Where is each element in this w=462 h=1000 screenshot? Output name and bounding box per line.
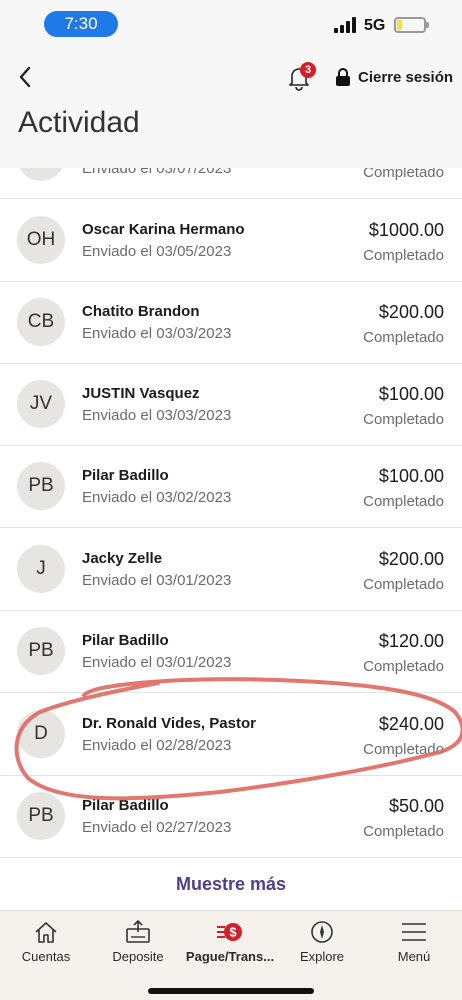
battery-level xyxy=(397,20,402,30)
svg-text:$: $ xyxy=(229,925,237,940)
page-title: Actividad xyxy=(18,106,140,139)
recipient-name: Chatito Brandon xyxy=(82,303,200,320)
status-label: Completado xyxy=(363,741,444,758)
tab-deposite[interactable]: Deposite xyxy=(92,911,184,973)
notifications-button[interactable]: 3 xyxy=(286,62,316,91)
recipient-name: Jacky Zelle xyxy=(82,550,163,567)
avatar: OH xyxy=(17,216,65,264)
tab-label: Cuentas xyxy=(21,949,71,964)
network-type: 5G xyxy=(364,17,386,34)
logout-button[interactable]: Cierre sesión xyxy=(335,66,453,88)
logout-label: Cierre sesión xyxy=(358,68,454,86)
chevron-left-icon[interactable] xyxy=(14,62,40,92)
amount: $240.00 xyxy=(378,714,444,734)
notification-badge: 3 xyxy=(300,62,316,78)
status-label: Completado xyxy=(363,329,444,346)
avatar: D xyxy=(17,710,65,758)
recipient-name: Pilar Badillo xyxy=(82,467,169,484)
home-indicator xyxy=(148,988,314,994)
transaction-row[interactable]: D Dr. Ronald Vides, Pastor Enviado el 02… xyxy=(0,694,462,776)
tab-explore[interactable]: Explore xyxy=(276,911,368,973)
show-more-button[interactable]: Muestre más xyxy=(0,858,462,910)
avatar: J xyxy=(17,545,65,593)
recipient-name: Pilar Badillo xyxy=(82,632,169,649)
pay-transfer-icon: $ xyxy=(217,923,242,941)
sent-date: Enviado el 03/01/2023 xyxy=(82,572,232,589)
transaction-row[interactable]: PB Pilar Badillo Enviado el 02/27/2023 $… xyxy=(0,776,462,858)
tab-bar: Cuentas Deposite $ Pague/Trans... Explor… xyxy=(0,910,462,1000)
sent-date: Enviado el 03/01/2023 xyxy=(82,654,232,671)
sent-date: Enviado el 02/27/2023 xyxy=(82,819,232,836)
menu-icon xyxy=(402,923,426,941)
deposit-icon xyxy=(126,920,150,943)
recipient-name: JUSTIN Vasquez xyxy=(82,385,200,402)
signal-icon xyxy=(334,17,356,33)
header: 3 Cierre sesión Actividad xyxy=(0,48,462,168)
amount: $200.00 xyxy=(378,302,444,322)
status-label: Completado xyxy=(363,247,444,264)
amount: $1000.00 xyxy=(368,220,444,240)
recipient-name: Oscar Karina Hermano xyxy=(82,221,245,238)
amount: $120.00 xyxy=(378,631,444,651)
avatar: JV xyxy=(17,380,65,428)
status-label: Completado xyxy=(363,658,444,675)
transaction-row[interactable]: Enviado el 03/07/2023 Completado xyxy=(0,168,462,199)
amount: $100.00 xyxy=(378,466,444,486)
tab-label: Pague/Trans... xyxy=(185,949,275,964)
sent-date: Enviado el 03/05/2023 xyxy=(82,243,232,260)
amount: $50.00 xyxy=(388,796,444,816)
sent-date: Enviado el 03/07/2023 xyxy=(82,168,232,177)
avatar xyxy=(17,168,65,181)
sent-date: Enviado el 03/02/2023 xyxy=(82,489,232,506)
status-bar: 7:30 5G xyxy=(0,0,462,48)
transaction-row[interactable]: CB Chatito Brandon Enviado el 03/03/2023… xyxy=(0,282,462,364)
transaction-row[interactable]: J Jacky Zelle Enviado el 03/01/2023 $200… xyxy=(0,529,462,611)
recipient-name: Dr. Ronald Vides, Pastor xyxy=(82,715,256,732)
tab-label: Menú xyxy=(397,949,431,964)
avatar: CB xyxy=(17,298,65,346)
transaction-row[interactable]: PB Pilar Badillo Enviado el 03/02/2023 $… xyxy=(0,446,462,528)
tab-cuentas[interactable]: Cuentas xyxy=(0,911,92,973)
show-more-label: Muestre más xyxy=(175,874,287,894)
lock-icon xyxy=(336,68,350,86)
status-time: 7:30 xyxy=(44,11,118,37)
transaction-row[interactable]: JV JUSTIN Vasquez Enviado el 03/03/2023 … xyxy=(0,364,462,446)
sent-date: Enviado el 03/03/2023 xyxy=(82,407,232,424)
transaction-row[interactable]: PB Pilar Badillo Enviado el 03/01/2023 $… xyxy=(0,611,462,693)
sent-date: Enviado el 03/03/2023 xyxy=(82,325,232,342)
tab-pague-transfiera[interactable]: $ Pague/Trans... xyxy=(184,911,276,973)
tab-label: Deposite xyxy=(112,949,164,964)
amount: $100.00 xyxy=(378,384,444,404)
home-icon xyxy=(35,922,57,943)
status-label: Completado xyxy=(363,411,444,428)
sent-date: Enviado el 02/28/2023 xyxy=(82,737,232,754)
compass-icon xyxy=(311,921,333,943)
status-label: Completado xyxy=(363,168,444,181)
avatar: PB xyxy=(17,462,65,510)
status-label: Completado xyxy=(363,823,444,840)
transaction-row[interactable]: OH Oscar Karina Hermano Enviado el 03/05… xyxy=(0,200,462,282)
battery-icon xyxy=(394,17,429,33)
transaction-list: Enviado el 03/07/2023 Completado OH Osca… xyxy=(0,168,462,858)
status-label: Completado xyxy=(363,576,444,593)
amount: $200.00 xyxy=(378,549,444,569)
avatar: PB xyxy=(17,627,65,675)
status-label: Completado xyxy=(363,493,444,510)
tab-label: Explore xyxy=(299,949,345,964)
recipient-name: Pilar Badillo xyxy=(82,797,169,814)
avatar: PB xyxy=(17,792,65,840)
tab-menu[interactable]: Menú xyxy=(368,911,460,973)
